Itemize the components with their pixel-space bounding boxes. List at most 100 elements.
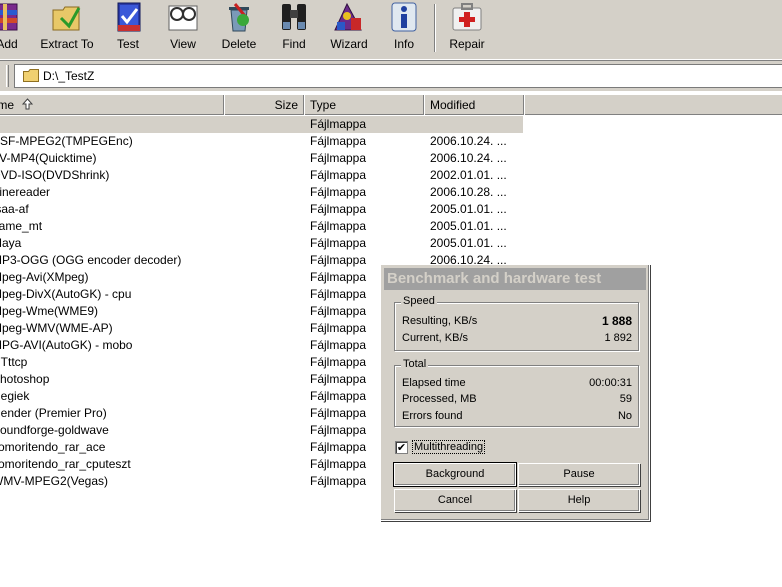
extract-to-label: Extract To xyxy=(40,37,94,51)
file-name: Photoshop xyxy=(0,372,50,386)
cancel-button-label: Cancel xyxy=(437,494,473,506)
total-group: Total Elapsed time 00:00:31 Processed, M… xyxy=(394,358,639,427)
file-name: Soundforge-goldwave xyxy=(0,423,109,437)
total-group-title: Total xyxy=(401,358,429,370)
column-name-label: Name xyxy=(0,98,15,112)
processed-value: 59 xyxy=(619,393,632,405)
pause-button-label: Pause xyxy=(563,468,595,480)
file-type: Fájlmappa xyxy=(310,117,367,131)
add-archive-icon xyxy=(0,3,18,31)
file-name: Mpeg-DivX(AutoGK) - cpu xyxy=(0,287,132,301)
table-row[interactable]: AV-MP4(Quicktime) Fájlmappa 2006.10.24. ..… xyxy=(0,150,782,167)
file-name: Tomoritendo_rar_ace xyxy=(0,440,106,454)
wizard-button[interactable]: Wizard xyxy=(324,0,374,56)
info-button[interactable]: Info xyxy=(382,0,426,56)
speed-group-title: Speed xyxy=(401,295,437,307)
table-row[interactable]: Finereader Fájlmappa 2006.10.28. ... xyxy=(0,184,782,201)
wizard-icon xyxy=(334,2,362,31)
add-button[interactable]: Add xyxy=(0,0,32,56)
file-name: Render (Premier Pro) xyxy=(0,406,107,420)
file-name: Mpeg-WMV(WME-AP) xyxy=(0,321,113,335)
toolbar-separator xyxy=(434,4,436,52)
resulting-speed-label: Resulting, KB/s xyxy=(402,315,478,327)
file-name: Lame_mt xyxy=(0,219,43,233)
address-bar-grip[interactable] xyxy=(6,65,9,87)
help-button[interactable]: Help xyxy=(518,489,640,512)
speed-group: Speed Resulting, KB/s 1 888 Current, KB/… xyxy=(394,295,639,351)
file-name: NTttcp xyxy=(0,355,28,369)
extract-to-button[interactable]: Extract To xyxy=(35,0,99,56)
cancel-button[interactable]: Cancel xyxy=(394,489,516,512)
column-header-modified[interactable]: Modified xyxy=(424,95,524,115)
address-bar: D:\_TestZ xyxy=(0,60,782,91)
extract-to-icon xyxy=(52,6,81,31)
background-button-label: Background xyxy=(425,468,485,480)
elapsed-time-row: Elapsed time 00:00:31 xyxy=(402,375,632,391)
address-field[interactable]: D:\_TestZ xyxy=(14,64,782,88)
elapsed-time-label: Elapsed time xyxy=(402,377,466,389)
delete-icon xyxy=(229,3,249,32)
dialog-title: Benchmark and hardware test xyxy=(384,268,646,290)
file-name: Mpeg-Avi(XMpeg) xyxy=(0,270,89,284)
resulting-speed-value: 1 888 xyxy=(601,314,632,328)
multithreading-label[interactable]: Multithreading xyxy=(412,440,486,454)
column-header-size[interactable]: Size xyxy=(224,95,304,115)
file-name: Regiek xyxy=(0,389,30,403)
sort-ascending-icon xyxy=(22,98,33,110)
file-type: Fájlmappa xyxy=(310,134,367,148)
column-header-type[interactable]: Type xyxy=(304,95,424,115)
file-name: DVD-ISO(DVDShrink) xyxy=(0,168,110,182)
file-name: ASF-MPEG2(TMPEGEnc) xyxy=(0,134,133,148)
toolbar: Add Extract To Test View Delete Find Wiz… xyxy=(0,0,782,60)
test-icon xyxy=(117,2,141,32)
multithreading-checkbox[interactable]: ✔ xyxy=(395,441,408,454)
wizard-label: Wizard xyxy=(330,37,368,51)
column-modified-label: Modified xyxy=(430,98,476,112)
file-name: MPG-AVI(AutoGK) - mobo xyxy=(0,338,133,352)
find-binoculars-icon xyxy=(282,4,306,30)
table-row[interactable]: Lame_mt Fájlmappa 2005.01.01. ... xyxy=(0,218,782,235)
file-modified: 2002.01.01. ... xyxy=(430,168,507,182)
file-type: Fájlmappa xyxy=(310,185,367,199)
find-button[interactable]: Find xyxy=(272,0,316,56)
column-header-name[interactable]: Name xyxy=(0,95,224,115)
table-row[interactable]: DVD-ISO(DVDShrink) Fájlmappa 2002.01.01. .… xyxy=(0,167,782,184)
view-button[interactable]: View xyxy=(160,0,206,56)
file-type: Fájlmappa xyxy=(310,236,367,250)
table-row[interactable]: Isaa-af Fájlmappa 2005.01.01. ... xyxy=(0,201,782,218)
benchmark-dialog: Benchmark and hardware test Speed Result… xyxy=(380,264,650,521)
repair-button[interactable]: Repair xyxy=(442,0,492,56)
file-name: MP3-OGG (OGG encoder decoder) xyxy=(0,253,182,267)
current-speed-row: Current, KB/s 1 892 xyxy=(402,330,632,346)
background-button[interactable]: Background xyxy=(393,462,517,487)
test-button[interactable]: Test xyxy=(106,0,150,56)
table-row[interactable]: ASF-MPEG2(TMPEGEnc) Fájlmappa 2006.10.24. … xyxy=(0,133,782,150)
file-name: Finereader xyxy=(0,185,51,199)
help-button-label: Help xyxy=(567,494,591,506)
table-row[interactable]: Fájlmappa xyxy=(0,116,782,133)
file-name: AV-MP4(Quicktime) xyxy=(0,151,97,165)
file-name: Isaa-af xyxy=(0,202,29,216)
file-modified: 2006.10.24. ... xyxy=(430,134,507,148)
file-list-header: Name Size Type Modified xyxy=(0,94,782,115)
resulting-speed-row: Resulting, KB/s 1 888 xyxy=(402,313,632,329)
file-modified: 2005.01.01. ... xyxy=(430,219,507,233)
processed-row: Processed, MB 59 xyxy=(402,391,632,407)
pause-button[interactable]: Pause xyxy=(518,463,640,486)
file-name: Tomoritendo_rar_cputeszt xyxy=(0,457,131,471)
address-path: D:\_TestZ xyxy=(43,69,95,83)
table-row[interactable]: Maya Fájlmappa 2005.01.01. ... xyxy=(0,235,782,252)
find-label: Find xyxy=(282,37,306,51)
current-speed-label: Current, KB/s xyxy=(402,332,469,344)
file-modified: 2006.10.24. ... xyxy=(430,151,507,165)
file-name: WMV-MPEG2(Vegas) xyxy=(0,474,109,488)
file-modified: 2006.10.28. ... xyxy=(430,185,507,199)
delete-button[interactable]: Delete xyxy=(216,0,262,56)
info-icon xyxy=(391,2,417,32)
add-label: Add xyxy=(0,37,18,51)
file-name: Maya xyxy=(0,236,22,250)
file-type: Fájlmappa xyxy=(310,168,367,182)
processed-label: Processed, MB xyxy=(402,393,477,405)
repair-first-aid-icon xyxy=(452,3,482,31)
delete-label: Delete xyxy=(221,37,257,51)
